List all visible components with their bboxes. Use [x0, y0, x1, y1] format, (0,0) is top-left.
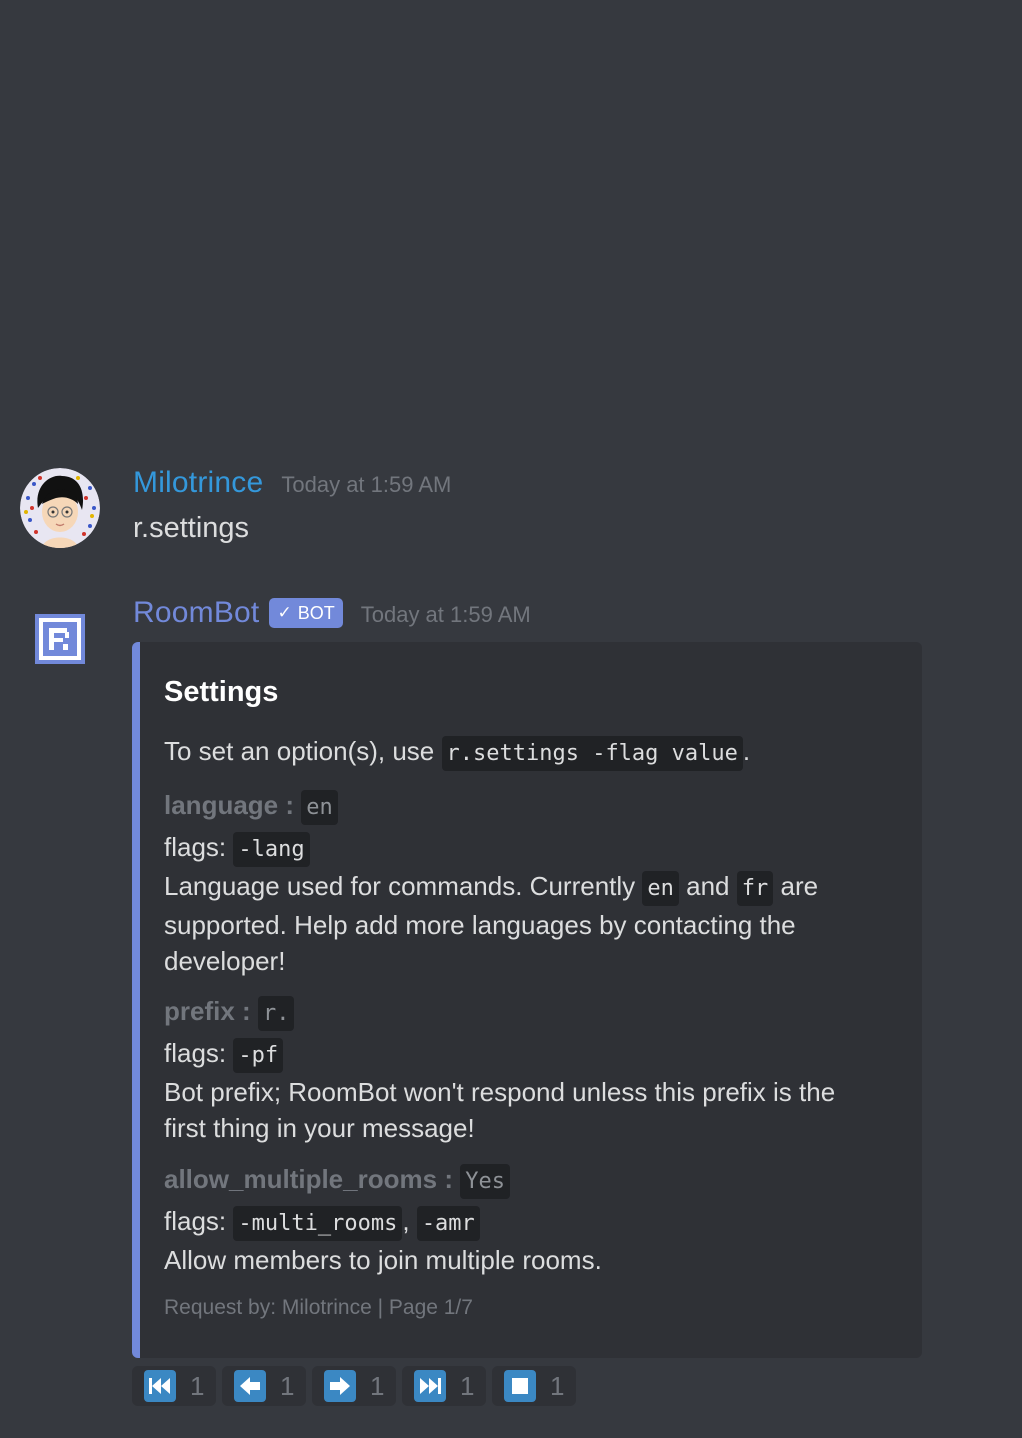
reaction-count: 1: [550, 1370, 565, 1401]
arrow-left-icon: [234, 1370, 266, 1402]
bot-avatar[interactable]: [35, 614, 85, 664]
field-language-desc: Language used for commands. Currently en…: [164, 868, 864, 979]
reaction-count: 1: [370, 1370, 385, 1401]
reactions-bar: 1 1 1 1 1: [132, 1366, 576, 1406]
field-value: en: [301, 790, 338, 825]
track-previous-icon: [144, 1370, 176, 1402]
field-name: prefix: [164, 996, 235, 1026]
embed-footer: Request by: Milotrince | Page 1/7: [164, 1296, 473, 1319]
field-language-header: language : en: [164, 790, 338, 825]
arrow-right-icon: [324, 1370, 356, 1402]
field-separator: :: [444, 1164, 453, 1194]
flags-label: flags:: [164, 1206, 227, 1236]
field-separator: :: [242, 996, 251, 1026]
flag-code: -lang: [233, 832, 310, 867]
field-allow-multiple-rooms-flags: flags: -multi_rooms, -amr: [164, 1206, 480, 1241]
field-value: Yes: [460, 1164, 510, 1199]
timestamp: Today at 1:59 AM: [360, 602, 531, 627]
message-content: r.settings: [133, 512, 250, 544]
flag-code: -multi_rooms: [233, 1206, 403, 1241]
embed: Settings To set an option(s), use r.sett…: [132, 642, 922, 1358]
inline-code: r.settings -flag value: [441, 736, 743, 771]
bot-tag-label: BOT: [297, 602, 335, 623]
flags-label: flags:: [164, 832, 227, 862]
checkmark-icon: ✓: [277, 603, 292, 622]
reaction-count: 1: [190, 1370, 205, 1401]
username[interactable]: Milotrince: [133, 466, 263, 500]
flags-label: flags:: [164, 1038, 227, 1068]
field-prefix-desc: Bot prefix; RoomBot won't respond unless…: [164, 1077, 836, 1143]
field-separator: :: [285, 790, 295, 820]
flag-code: -pf: [233, 1038, 284, 1073]
reaction-count: 1: [460, 1370, 475, 1401]
username[interactable]: RoomBot: [133, 596, 259, 630]
field-value: r.: [257, 996, 295, 1031]
reaction-track-previous[interactable]: 1: [132, 1366, 216, 1406]
flags-separator: ,: [402, 1206, 410, 1236]
reaction-arrow-right[interactable]: 1: [312, 1366, 396, 1406]
field-allow-multiple-rooms-header: allow_multiple_rooms : Yes: [164, 1164, 510, 1199]
reaction-stop[interactable]: 1: [492, 1366, 576, 1406]
field-name: allow_multiple_rooms: [164, 1164, 438, 1194]
inline-code: en: [642, 871, 679, 906]
timestamp: Today at 1:59 AM: [281, 472, 452, 497]
desc-text: Language used for commands. Currently: [164, 871, 636, 901]
embed-description: To set an option(s), use r.settings -fla…: [164, 736, 751, 771]
description-suffix: .: [742, 736, 751, 766]
flag-code: -amr: [416, 1206, 480, 1241]
field-name: language: [164, 790, 279, 820]
chat-messages: Milotrince Today at 1:59 AM r.settings R…: [0, 0, 1022, 1438]
inline-code: fr: [736, 871, 774, 906]
reaction-track-next[interactable]: 1: [402, 1366, 486, 1406]
field-language-flags: flags: -lang: [164, 832, 310, 867]
track-next-icon: [414, 1370, 446, 1402]
embed-title: Settings: [164, 676, 279, 708]
user-avatar[interactable]: [20, 468, 100, 548]
reaction-count: 1: [280, 1370, 295, 1401]
field-prefix-flags: flags: -pf: [164, 1038, 284, 1073]
field-allow-multiple-rooms-desc: Allow members to join multiple rooms.: [164, 1245, 602, 1275]
bot-tag: ✓ BOT: [269, 598, 343, 628]
stop-icon: [504, 1370, 536, 1402]
desc-text: and: [686, 871, 730, 901]
reaction-arrow-left[interactable]: 1: [222, 1366, 306, 1406]
field-prefix-header: prefix : r.: [164, 996, 295, 1031]
description-text: To set an option(s), use: [164, 736, 435, 766]
